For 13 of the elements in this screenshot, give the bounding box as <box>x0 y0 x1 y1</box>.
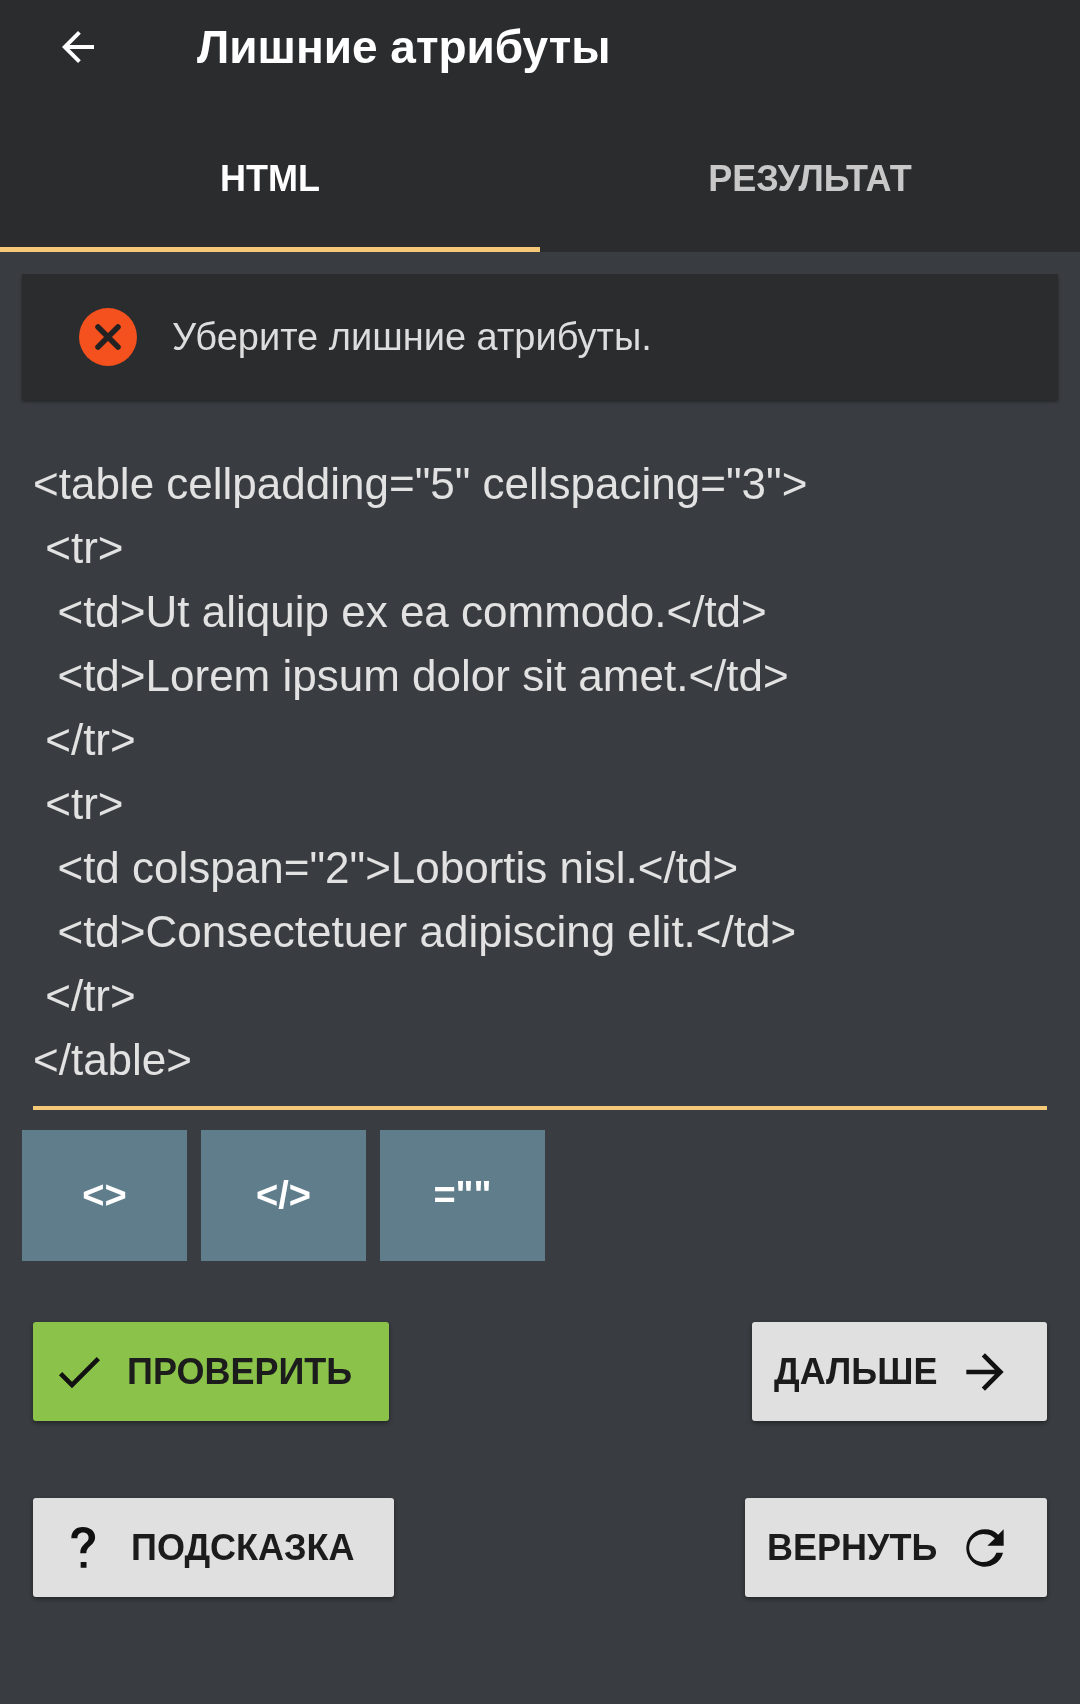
reset-button[interactable]: ВЕРНУТЬ <box>745 1498 1047 1597</box>
code-editor[interactable]: <table cellpadding="5" cellspacing="3"> <tr> <td>Ut aliquip ex ea commodo.</td> <td>Lorem ipsum dolor sit amet.</td> </tr> <tr> <td colspan="2">Lobortis nisl.</td> <td>Consectetuer adipiscing elit.</td> </tr> </table> <box>33 452 1047 1110</box>
insert-button[interactable]: </> <box>201 1130 366 1261</box>
insert-button[interactable]: <> <box>22 1130 187 1261</box>
insert-button[interactable]: ="" <box>380 1130 545 1261</box>
message-text: Уберите лишние атрибуты. <box>172 315 652 359</box>
next-button[interactable]: ДАЛЬШЕ <box>752 1322 1047 1421</box>
error-icon <box>78 307 138 367</box>
check-button[interactable]: ПРОВЕРИТЬ <box>33 1322 389 1421</box>
tab[interactable]: HTML <box>0 110 540 252</box>
tab[interactable]: РЕЗУЛЬТАТ <box>540 110 1080 252</box>
hint-button[interactable]: ПОДСКАЗКА <box>33 1498 394 1597</box>
screen-title: Лишние атрибуты <box>197 20 611 74</box>
